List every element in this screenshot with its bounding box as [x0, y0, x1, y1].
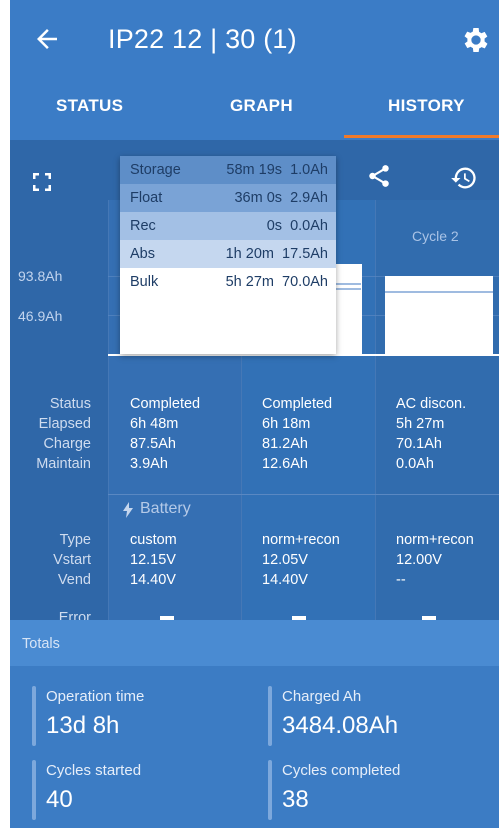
active-tab-indicator: [344, 135, 499, 138]
vend-label: Vend: [57, 572, 91, 588]
stage-value: 0s 0.0Ah: [266, 218, 328, 234]
stat-value: 3484.08Ah: [282, 712, 399, 739]
cycle-type: custom: [130, 532, 177, 548]
cycle-bar-3[interactable]: [385, 276, 493, 354]
totals-header: Totals: [10, 620, 499, 666]
vstart-label: Vstart: [53, 552, 91, 568]
stat-label: Charged Ah: [282, 688, 362, 705]
stage-value: 1h 20m 17.5Ah: [225, 246, 328, 262]
cycle-elapsed: 5h 27m: [396, 416, 445, 432]
stat-value: 13d 8h: [46, 712, 120, 739]
stage-segment: [385, 291, 493, 293]
cycle-elapsed: 6h 48m: [130, 416, 179, 432]
cycle-vstart: 12.00V: [396, 552, 442, 568]
tooltip-row-float: Float 36m 0s 2.9Ah: [120, 184, 336, 212]
cycle-status: Completed: [262, 396, 333, 412]
stage-tooltip: Storage 58m 19s 1.0Ah Float 36m 0s 2.9Ah…: [120, 156, 336, 354]
history-panel[interactable]: Cycle 2 93.8Ah 46.9Ah Storage 58m 19s 1.…: [10, 140, 499, 620]
totals-panel: Operation time 13d 8h Charged Ah 3484.08…: [10, 666, 499, 828]
tooltip-row-storage: Storage 58m 19s 1.0Ah: [120, 156, 336, 184]
cycle-charge: 87.5Ah: [130, 436, 176, 452]
app-bar: IP22 12 | 30 (1): [10, 0, 499, 88]
cycle-type: norm+recon: [396, 532, 474, 548]
column-divider: [375, 200, 376, 620]
cycle-label: Cycle 2: [412, 228, 459, 244]
fullscreen-icon[interactable]: [30, 170, 54, 194]
error-label: Error: [58, 610, 91, 620]
arrow-left-icon[interactable]: [32, 24, 62, 54]
cycle-vstart: 12.05V: [262, 552, 308, 568]
stat-accent-bar: [268, 760, 272, 820]
status-label: Status: [49, 396, 91, 412]
battery-section-label: Battery: [140, 500, 191, 517]
stat-accent-bar: [268, 686, 272, 746]
y-tick-label: 93.8Ah: [18, 268, 63, 284]
tooltip-row-bulk: Bulk 5h 27m 70.0Ah: [120, 268, 336, 296]
stat-value: 38: [282, 786, 309, 813]
lightning-bolt-icon: [123, 502, 133, 518]
stat-accent-bar: [32, 760, 36, 820]
stat-value: 40: [46, 786, 73, 813]
cycle-vend: --: [396, 572, 406, 588]
cycle-vend: 14.40V: [262, 572, 308, 588]
stat-label: Cycles started: [46, 762, 142, 779]
tab-history[interactable]: HISTORY: [388, 96, 465, 116]
stage-value: 36m 0s 2.9Ah: [234, 190, 328, 206]
maintain-label: Maintain: [36, 456, 91, 472]
elapsed-label: Elapsed: [38, 416, 91, 432]
share-icon[interactable]: [366, 162, 392, 190]
tab-graph[interactable]: GRAPH: [230, 96, 293, 116]
y-tick-label: 46.9Ah: [18, 308, 63, 324]
cycle-maintain: 12.6Ah: [262, 456, 308, 472]
app-frame: IP22 12 | 30 (1) STATUS GRAPH HISTORY Cy…: [10, 0, 499, 828]
stage-value: 58m 19s 1.0Ah: [226, 162, 328, 178]
stat-label: Cycles completed: [282, 762, 401, 779]
cycle-status: AC discon.: [396, 396, 467, 412]
stage-value: 5h 27m 70.0Ah: [225, 274, 328, 290]
cycle-status: Completed: [130, 396, 201, 412]
section-divider: [108, 494, 499, 495]
stat-accent-bar: [32, 686, 36, 746]
stage-name: Abs: [130, 246, 155, 262]
cycle-charge: 70.1Ah: [396, 436, 442, 452]
cycle-elapsed: 6h 18m: [262, 416, 311, 432]
stage-name: Rec: [130, 218, 156, 234]
type-label: Type: [59, 532, 91, 548]
column-divider: [108, 200, 109, 620]
chart-baseline: [108, 354, 499, 356]
cycle-vend: 14.40V: [130, 572, 176, 588]
history-restore-icon[interactable]: [450, 164, 478, 192]
cycle-vstart: 12.15V: [130, 552, 176, 568]
tab-bar: STATUS GRAPH HISTORY: [10, 88, 499, 140]
tooltip-row-abs: Abs 1h 20m 17.5Ah: [120, 240, 336, 268]
page-title: IP22 12 | 30 (1): [108, 24, 297, 54]
stage-name: Bulk: [130, 274, 159, 290]
cycle-charge: 81.2Ah: [262, 436, 308, 452]
totals-title: Totals: [22, 636, 60, 652]
cycle-maintain: 3.9Ah: [130, 456, 168, 472]
stat-label: Operation time: [46, 688, 145, 705]
tab-status[interactable]: STATUS: [56, 96, 123, 116]
cycle-type: norm+recon: [262, 532, 340, 548]
stage-name: Storage: [130, 162, 181, 178]
stage-name: Float: [130, 190, 163, 206]
gear-icon[interactable]: [460, 24, 492, 56]
tooltip-row-rec: Rec 0s 0.0Ah: [120, 212, 336, 240]
charge-label: Charge: [43, 436, 91, 452]
cycle-maintain: 0.0Ah: [396, 456, 434, 472]
